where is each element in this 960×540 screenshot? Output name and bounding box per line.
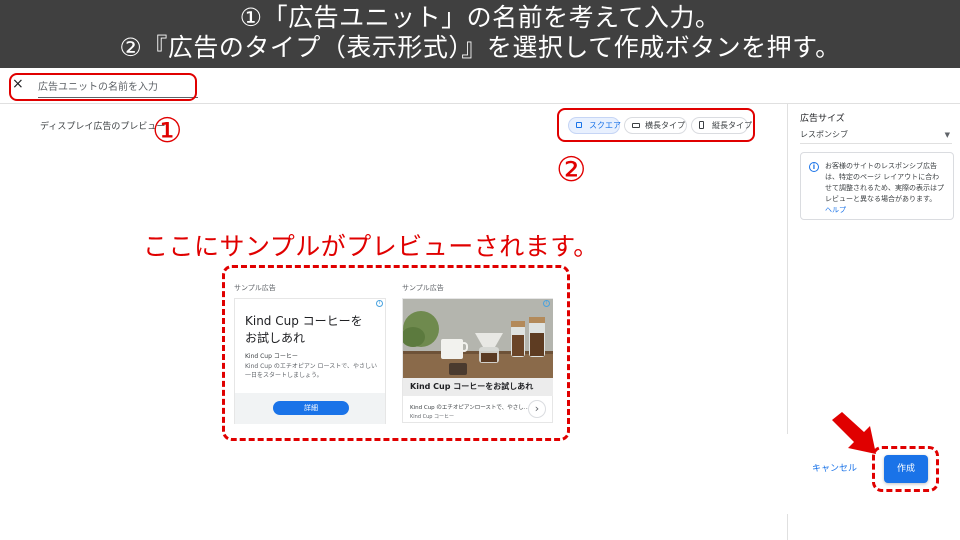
dropdown-caret-icon: ▼ <box>944 131 950 139</box>
ad-size-value: レスポンシブ <box>800 130 848 139</box>
preview-caption-annotation: ここにサンプルがプレビューされます。 <box>143 232 599 261</box>
instruction-banner: ①「広告ユニット」の名前を考えて入力。 ②『広告のタイプ（表示形式）』を選択して… <box>0 0 960 68</box>
annotation-box-name-input <box>9 73 197 101</box>
banner-line-2: ②『広告のタイプ（表示形式）』を選択して作成ボタンを押す。 <box>119 33 841 62</box>
help-link[interactable]: ヘルプ <box>825 206 846 214</box>
info-text: お客様のサイトのレスポンシブ広告は、特定のページ レイアウトに合わせて調整される… <box>825 162 944 203</box>
display-ad-preview-label: ディスプレイ広告のプレビュー <box>40 122 166 132</box>
info-icon: i <box>809 162 819 172</box>
annotation-number-2: ② <box>556 150 587 190</box>
cancel-button[interactable]: キャンセル <box>812 461 857 474</box>
responsive-info-card: i お客様のサイトのレスポンシブ広告は、特定のページ レイアウトに合わせて調整さ… <box>800 152 954 220</box>
annotation-preview-frame <box>222 265 570 441</box>
arrow-pointer-icon <box>832 412 876 454</box>
annotation-box-ad-type <box>557 108 755 142</box>
ad-size-title: 広告サイズ <box>800 114 845 124</box>
banner-line-1: ①「広告ユニット」の名前を考えて入力。 <box>239 3 721 32</box>
ad-size-select[interactable]: レスポンシブ ▼ <box>800 128 952 144</box>
annotation-number-1: ① <box>152 111 183 151</box>
